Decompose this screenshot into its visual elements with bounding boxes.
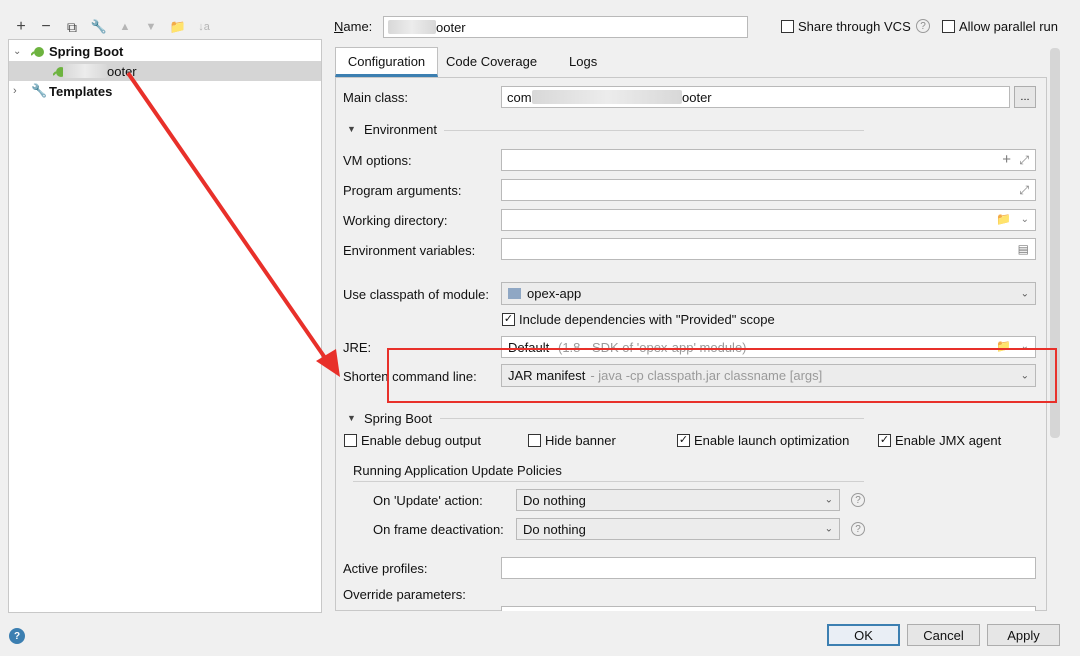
annotation-arrow	[126, 71, 340, 377]
